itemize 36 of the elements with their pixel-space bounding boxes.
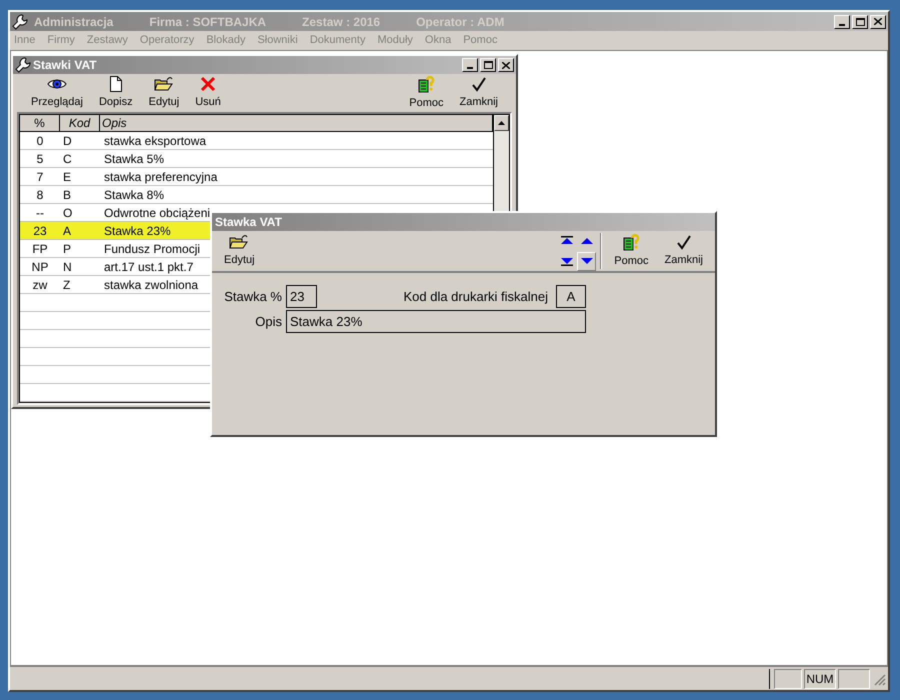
table-cell-text: A bbox=[63, 222, 72, 240]
table-cell-text: FP bbox=[32, 240, 48, 258]
table-cell-text: Z bbox=[63, 276, 70, 294]
table-cell-text: N bbox=[63, 258, 72, 276]
table-cell-text: 8 bbox=[36, 186, 44, 204]
table-cell-text: O bbox=[63, 204, 72, 222]
table-cell-text: art.17 ust.1 pkt.7 bbox=[104, 258, 194, 276]
field-label: Kod dla drukarki fiskalnej bbox=[403, 288, 548, 306]
window-title: Administracja bbox=[34, 14, 114, 30]
table-cell-text: NP bbox=[32, 258, 48, 276]
table-cell-text: B bbox=[63, 186, 72, 204]
window-title: Stawka VAT bbox=[215, 214, 282, 231]
table-cell-text: stawka zwolniona bbox=[104, 276, 198, 294]
table-cell-text: Stawka 5% bbox=[104, 150, 164, 168]
table-cell-text: 23 bbox=[33, 222, 47, 240]
table-cell-text: stawka preferencyjna bbox=[104, 168, 218, 186]
table-cell-text: Stawka 23% bbox=[104, 222, 171, 240]
table-cell-text: -- bbox=[36, 204, 44, 222]
table-cell-text: 7 bbox=[36, 168, 44, 186]
table-cell-text: 5 bbox=[36, 150, 44, 168]
table-cell-text: C bbox=[63, 150, 72, 168]
table-cell-text: 0 bbox=[36, 132, 44, 150]
table-cell-text: P bbox=[63, 240, 72, 258]
status-panel: NUM bbox=[804, 668, 836, 688]
field-label: Opis bbox=[254, 312, 282, 331]
table-cell-text: E bbox=[63, 168, 72, 186]
field-label: Stawka % bbox=[223, 288, 282, 306]
window-title: Stawki VAT bbox=[33, 57, 97, 74]
set-label: Zestaw : 2016 bbox=[302, 14, 380, 30]
table-cell-text: D bbox=[63, 132, 72, 150]
table-cell-text: stawka eksportowa bbox=[104, 132, 206, 150]
table-cell-text: Fundusz Promocji bbox=[104, 240, 200, 258]
table-cell-text: Stawka 8% bbox=[104, 186, 164, 204]
company-label: Firma : SOFTBAJKA bbox=[149, 14, 266, 30]
table-cell-text: zw bbox=[32, 276, 48, 294]
table-cell-text: Odwrotne obciążeni bbox=[104, 204, 210, 222]
